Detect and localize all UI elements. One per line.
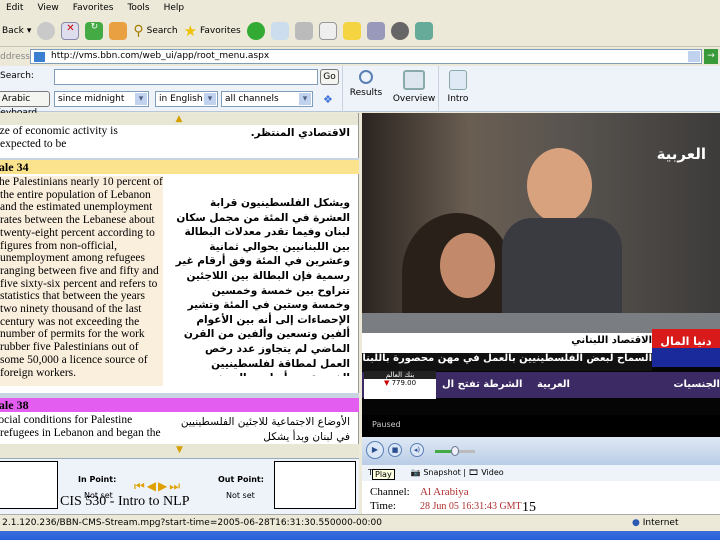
- tale-header: Tale 34: [0, 160, 359, 174]
- magnifier-icon: [359, 70, 373, 84]
- play-button[interactable]: ▶: [366, 441, 384, 459]
- mail-icon[interactable]: [270, 22, 289, 40]
- research-icon[interactable]: [366, 22, 385, 40]
- home-icon[interactable]: [109, 22, 128, 40]
- channel-select[interactable]: all channels: [221, 91, 313, 107]
- in-point-label: In Point:: [78, 475, 117, 484]
- address-bar: Address http://vms.bbn.com/web_ui/app/ro…: [0, 48, 720, 65]
- browser-toolbar: Back ▾ ✕ ↻ ⚲ Search ★ Favorites: [0, 16, 720, 47]
- menu-tools[interactable]: Tools: [127, 3, 149, 13]
- video-frame: العربية: [362, 113, 720, 333]
- ticker-tag: دنيا المال: [652, 329, 720, 367]
- segment-english: The Palestinians nearly 10 percent of th…: [0, 176, 163, 386]
- edit-icon[interactable]: [318, 22, 337, 40]
- ticker-topic: الاقتصاد اللبناني: [571, 335, 652, 346]
- address-dropdown-icon[interactable]: [688, 51, 700, 62]
- scroll-up-icon[interactable]: ▲: [0, 113, 358, 125]
- player-status: Paused: [372, 420, 401, 429]
- channel-logo: العربية: [656, 145, 706, 163]
- ie-page-icon: [34, 52, 45, 62]
- channel-label: Channel:: [370, 486, 410, 498]
- volume-thumb[interactable]: [451, 446, 459, 456]
- print-icon[interactable]: [294, 22, 313, 40]
- overview-button[interactable]: Overview: [392, 70, 436, 104]
- out-point-label: Out Point:: [218, 475, 264, 484]
- internet-zone: ● Internet: [632, 518, 679, 528]
- play-tooltip: Play: [372, 469, 395, 480]
- refresh-icon[interactable]: ↻: [85, 22, 104, 40]
- mute-button[interactable]: ◂): [410, 443, 424, 457]
- ticker-headline: السماح لبعض الفلسطينيين بالعمل في مهن مح…: [362, 353, 652, 371]
- monitor-icon: [403, 70, 425, 90]
- globe-icon: ●: [632, 518, 640, 528]
- crawl-item: العربية: [537, 379, 570, 390]
- history-icon[interactable]: [246, 22, 265, 40]
- address-input[interactable]: http://vms.bbn.com/web_ui/app/root_menu.…: [30, 49, 702, 64]
- time-select[interactable]: since midnight: [54, 91, 149, 107]
- segment-arabic: الأوضاع الاجتماعية للاجئين الفلسطينيين ف…: [180, 416, 350, 443]
- search-button[interactable]: ⚲ Search: [133, 23, 177, 39]
- crawl-item: الشرطة تفتح ال: [442, 379, 523, 390]
- arabic-keyboard-button[interactable]: Arabic Keyboard: [0, 91, 50, 118]
- channel-value: Al Arabiya: [420, 486, 469, 498]
- video-button[interactable]: 🎞 Video: [469, 468, 504, 477]
- out-point-value: Not set: [226, 491, 255, 500]
- help-icon[interactable]: ❖: [323, 93, 333, 106]
- address-label: Address: [0, 51, 30, 62]
- segment-english: size of economic activity is expected to…: [0, 125, 160, 151]
- app-toolbar: Search: Go Arabic Keyboard since midnigh…: [0, 66, 720, 118]
- document-icon: [449, 70, 467, 90]
- snapshot-button[interactable]: 📷 Snapshot: [411, 468, 461, 477]
- slide-footer: CIS 530 - Intro to NLP: [60, 494, 190, 509]
- segment-english: Social conditions for Palestine refugees…: [0, 414, 163, 444]
- menu-help[interactable]: Help: [164, 3, 185, 13]
- in-point-thumbnail: [0, 461, 58, 509]
- contacts-icon[interactable]: [414, 22, 433, 40]
- notes-icon[interactable]: [342, 22, 361, 40]
- time-value: 28 Jun 05 16:31:43 GMT: [420, 501, 522, 512]
- language-select[interactable]: in English: [155, 91, 218, 107]
- stock-value: ▼ 779.00: [383, 379, 417, 387]
- clip-info-panel: Tools ▾ 📷 Snapshot | 🎞 Video Play Channe…: [362, 465, 720, 514]
- player-controls: Paused ▶ ■ ◂): [362, 415, 720, 465]
- go-arrow-icon[interactable]: →: [704, 49, 718, 64]
- back-button[interactable]: Back ▾: [2, 26, 31, 36]
- menu-favorites[interactable]: Favorites: [73, 3, 114, 13]
- search-label: Search:: [0, 71, 34, 81]
- results-button[interactable]: Results: [344, 70, 388, 98]
- intro-button[interactable]: Intro: [436, 70, 480, 104]
- go-button[interactable]: Go: [320, 69, 339, 85]
- crawl-item: الجنسيات: [673, 379, 720, 390]
- stop-icon[interactable]: ✕: [61, 22, 80, 40]
- out-point-thumbnail: [274, 461, 356, 509]
- forward-icon[interactable]: [37, 22, 56, 40]
- transcript-panel[interactable]: ▲ size of economic activity is expected …: [0, 113, 359, 458]
- clip-navigation-icons[interactable]: ⏮◀▶⏭: [134, 479, 182, 494]
- stop-button[interactable]: ■: [388, 443, 402, 457]
- tale-header: Tale 38: [0, 398, 359, 412]
- menu-bar: Edit View Favorites Tools Help: [0, 0, 720, 16]
- stock-name: بنك العالم: [364, 371, 436, 379]
- favorites-button[interactable]: ★ Favorites: [184, 22, 241, 40]
- menu-view[interactable]: View: [37, 3, 58, 13]
- segment-arabic: الاقتصادي المنتظر.: [250, 127, 350, 139]
- segment-arabic: ويشكل الفلسطينيون قرابة العشرة في المئة …: [175, 197, 350, 376]
- search-icon: ⚲: [133, 23, 144, 39]
- time-label: Time:: [370, 500, 396, 512]
- status-bar: Opening page http://192.1.120.236/BBN-CM…: [0, 514, 720, 531]
- menu-edit[interactable]: Edit: [6, 3, 23, 13]
- star-icon: ★: [183, 22, 198, 40]
- video-player[interactable]: العربية الاقتصاد اللبناني دنيا المال الس…: [362, 113, 720, 415]
- messenger-icon[interactable]: [390, 22, 409, 40]
- status-text: Opening page http://192.1.120.236/BBN-CM…: [2, 518, 382, 528]
- search-input[interactable]: [54, 69, 318, 85]
- scroll-down-icon[interactable]: ▼: [0, 444, 359, 458]
- taskbar: [0, 531, 720, 540]
